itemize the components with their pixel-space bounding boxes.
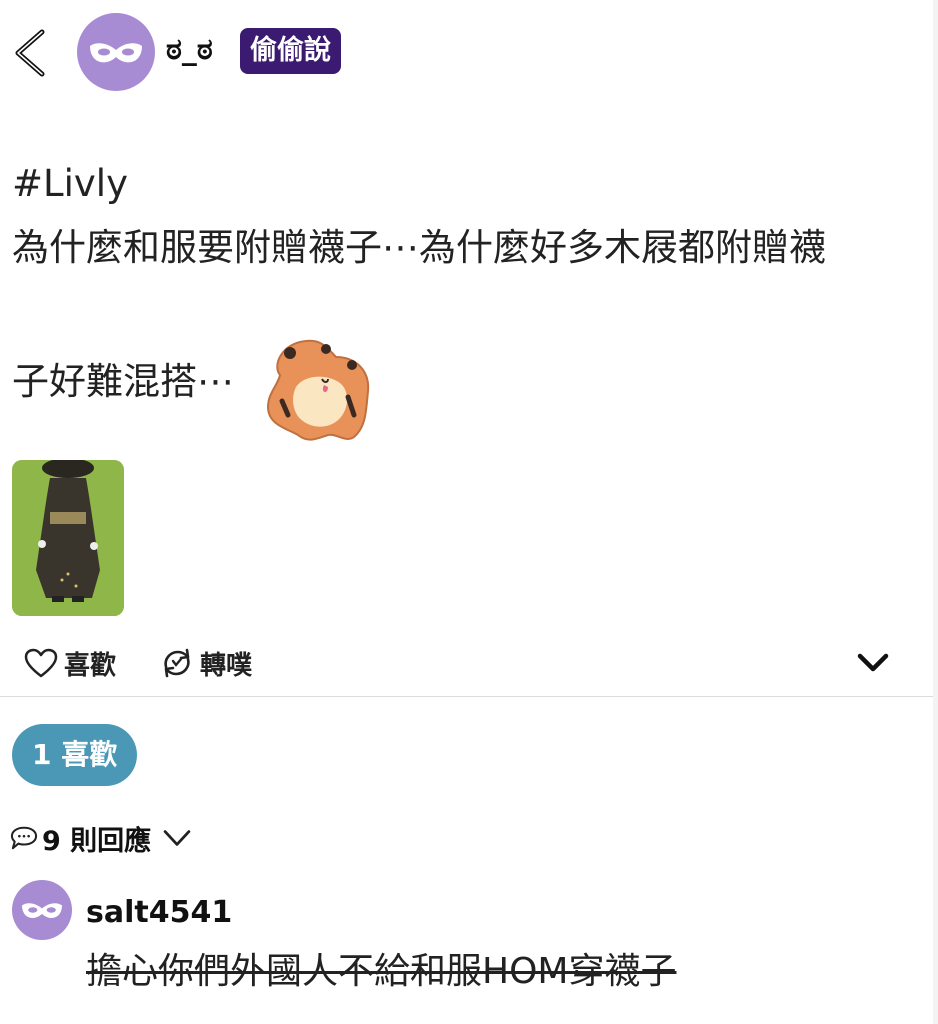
likes-count-button[interactable]: 1 喜歡: [12, 724, 138, 786]
post-text-line: 子好難混搭⋯: [12, 360, 234, 403]
more-options-button[interactable]: [855, 648, 891, 678]
replurk-label: 轉噗: [200, 650, 253, 681]
replurk-button[interactable]: 轉噗: [160, 643, 252, 683]
reply-text: 擔心你們外國人不給和服HOM穿襪子: [86, 951, 677, 992]
mask-icon: [90, 43, 142, 63]
replies-toggle[interactable]: 9 則回應: [10, 818, 193, 858]
chevron-left-icon: [15, 29, 45, 77]
hamster-sticker: [262, 335, 374, 445]
chevron-down-icon: [163, 830, 191, 846]
scroll-edge: [933, 0, 938, 1024]
reply-avatar[interactable]: [12, 880, 72, 940]
anonymous-badge: 偷偷說: [240, 28, 341, 74]
divider: [0, 696, 933, 697]
kimono-avatar-thumbnail[interactable]: [12, 460, 124, 616]
speech-bubble-icon: [10, 826, 38, 850]
post-author-name[interactable]: ಠ_ಠ: [166, 30, 213, 70]
post-hashtag[interactable]: #Livly: [12, 152, 912, 216]
replies-count-label: 9 則回應: [42, 825, 152, 857]
chevron-down-icon: [857, 653, 889, 672]
reply-author-name[interactable]: salt4541: [86, 893, 232, 933]
hamster-sticker-icon: [266, 339, 370, 441]
mask-icon: [22, 903, 62, 918]
replurk-icon: [164, 648, 190, 678]
avatar[interactable]: [77, 13, 155, 91]
like-button[interactable]: 喜歡: [24, 643, 116, 683]
kimono-figure-icon: [12, 460, 124, 616]
like-label: 喜歡: [64, 650, 117, 681]
back-button[interactable]: [10, 28, 52, 78]
post-text-line: 為什麼和服要附贈襪子⋯為什麼好多木屐都附贈襪: [12, 226, 826, 269]
heart-icon: [24, 648, 58, 678]
post-content: #Livly 為什麼和服要附贈襪子⋯為什麼好多木屐都附贈襪 子好難混搭⋯: [12, 152, 912, 403]
